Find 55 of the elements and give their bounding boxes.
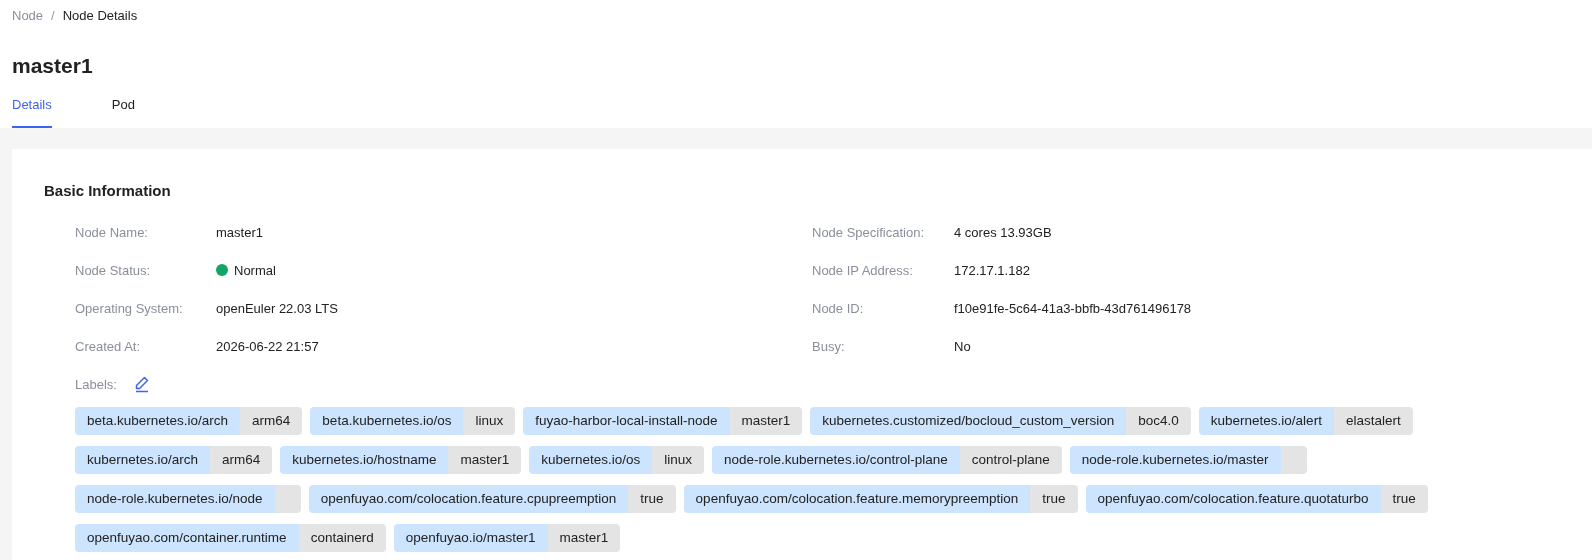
label-key: kubernetes.io/os <box>529 446 653 474</box>
label-value: elastalert <box>1333 407 1413 435</box>
field-label: Operating System: <box>75 300 184 316</box>
field-value: f10e91fe-5c64-41a3-bbfb-43d761496178 <box>954 300 1192 316</box>
field-value: 2026-06-22 21:57 <box>216 338 319 354</box>
breadcrumb-link[interactable]: Node <box>12 7 44 23</box>
label-value: arm64 <box>240 407 303 435</box>
label-key: node-role.kubernetes.io/control-plane <box>712 446 960 474</box>
field-value: Normal <box>234 262 276 278</box>
label-key: beta.kubernetes.io/arch <box>75 407 241 435</box>
field-value: No <box>954 338 971 354</box>
label-key: fuyao-harbor-local-install-node <box>523 407 730 435</box>
label-value: true <box>1380 485 1428 513</box>
label-key: kubernetes.customized/bocloud_custom_version <box>810 407 1127 435</box>
tab[interactable]: Pod <box>111 93 135 125</box>
field-label: Node ID: <box>812 300 865 316</box>
field-label: Node Name: <box>75 224 149 240</box>
field-value: 172.17.1.182 <box>954 262 1030 278</box>
breadcrumb-separator: / <box>51 7 55 23</box>
label-value: control-plane <box>959 446 1062 474</box>
field-label: Node Status: <box>75 262 152 278</box>
label-value: master1 <box>448 446 522 474</box>
label-value-empty <box>1280 446 1307 474</box>
field-label: Created At: <box>75 338 142 354</box>
page-title: master1 <box>12 53 94 79</box>
label-value: boc4.0 <box>1126 407 1191 435</box>
label-value-empty <box>274 485 301 513</box>
label-key: openfuyao.com/container.runtime <box>75 524 299 552</box>
breadcrumb-current: Node Details <box>62 7 138 23</box>
label-key: node-role.kubernetes.io/node <box>75 485 275 513</box>
label-key: openfuyao.com/colocation.feature.memorypreemption <box>683 485 1031 513</box>
label-value: linux <box>652 446 705 474</box>
label-value: linux <box>463 407 516 435</box>
label-value: true <box>1030 485 1078 513</box>
label-value: containerd <box>298 524 386 552</box>
field-value: 4 cores 13.93GB <box>954 224 1052 240</box>
label-value: true <box>628 485 676 513</box>
label-key: openfuyao.com/colocation.feature.quotaturbo <box>1085 485 1381 513</box>
field-label: Labels: <box>75 376 117 392</box>
label-key: kubernetes.io/hostname <box>280 446 449 474</box>
field-value: master1 <box>216 224 263 240</box>
label-value: master1 <box>547 524 621 552</box>
field-label: Node IP Address: <box>812 262 914 278</box>
label-key: openfuyao.com/colocation.feature.cpupreemption <box>308 485 629 513</box>
label-key: beta.kubernetes.io/os <box>310 407 464 435</box>
section-title: Basic Information <box>44 182 172 199</box>
label-value: master1 <box>729 407 803 435</box>
label-key: node-role.kubernetes.io/master <box>1069 446 1281 474</box>
label-key: kubernetes.io/alert <box>1198 407 1334 435</box>
label-key: openfuyao.io/master1 <box>393 524 548 552</box>
field-label: Node Specification: <box>812 224 925 240</box>
field-label: Busy: <box>812 338 846 354</box>
label-key: kubernetes.io/arch <box>75 446 211 474</box>
field-value: openEuler 22.03 LTS <box>216 300 338 316</box>
label-value: arm64 <box>210 446 273 474</box>
